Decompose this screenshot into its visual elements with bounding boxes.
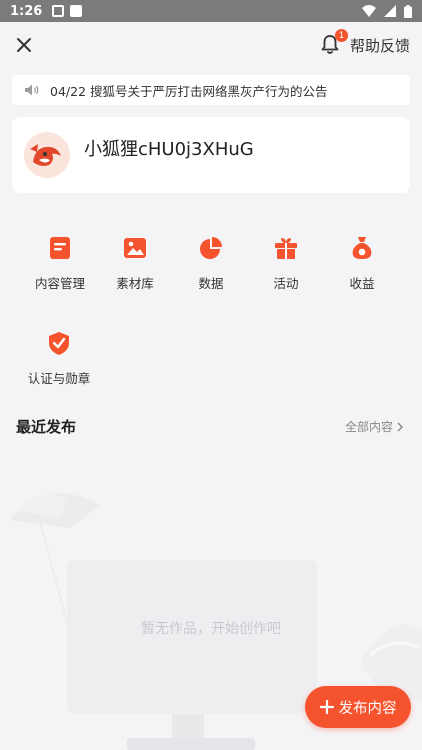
all-content-label: 全部内容 <box>344 420 393 434</box>
shield-check-icon <box>49 332 69 355</box>
material-library-label: 素材库 <box>116 276 154 291</box>
activity-label: 活动 <box>273 276 299 291</box>
status-bar: 1:26 <box>0 0 422 22</box>
earnings-item[interactable]: 收益 <box>322 235 402 292</box>
image-icon <box>124 238 146 258</box>
publish-content-label: 发布内容 <box>338 700 397 717</box>
plus-icon <box>319 700 334 714</box>
profile-card[interactable]: 小狐狸cHU0j3XHuG <box>12 117 410 193</box>
battery-icon <box>404 4 412 18</box>
close-button[interactable] <box>12 33 36 57</box>
avatar[interactable] <box>24 132 70 178</box>
notification-a-icon <box>52 5 65 17</box>
content-management-label: 内容管理 <box>34 276 85 291</box>
help-feedback-link[interactable]: 帮助反馈 <box>350 35 410 56</box>
status-time: 1:26 <box>10 3 43 19</box>
pie-chart-icon <box>200 237 222 259</box>
certification-badge-label: 认证与勋章 <box>27 371 91 386</box>
speaker-icon <box>24 83 40 97</box>
header-bar: 1 帮助反馈 <box>0 22 422 68</box>
certification-badge-item[interactable]: 认证与勋章 <box>19 330 99 387</box>
chevron-right-icon <box>397 422 403 431</box>
signal-icon <box>384 5 396 17</box>
announcement-bar[interactable]: 04/22 搜狐号关于严厉打击网络黑灰产行为的公告 <box>12 75 410 105</box>
recent-posts-title: 最近发布 <box>16 418 77 436</box>
activity-item[interactable]: 活动 <box>246 235 326 292</box>
earnings-label: 收益 <box>349 276 375 291</box>
username: 小狐狸cHU0j3XHuG <box>84 139 254 160</box>
all-content-link[interactable]: 全部内容 <box>345 418 404 435</box>
money-bag-icon <box>352 237 372 259</box>
publish-content-button[interactable]: 发布内容 <box>305 686 411 728</box>
material-library-item[interactable]: 素材库 <box>95 235 175 292</box>
data-item[interactable]: 数据 <box>171 235 251 292</box>
notification-badge: 1 <box>334 29 348 42</box>
wifi-icon <box>362 5 376 17</box>
notification-square-icon <box>70 5 83 17</box>
data-label: 数据 <box>198 276 224 291</box>
close-icon <box>17 38 31 52</box>
document-icon <box>50 237 70 259</box>
announcement-text: 04/22 搜狐号关于严厉打击网络黑灰产行为的公告 <box>50 83 328 99</box>
content-management-item[interactable]: 内容管理 <box>20 235 100 292</box>
gift-icon <box>275 238 297 259</box>
notification-bell-button[interactable]: 1 <box>320 29 348 57</box>
empty-state-text: 暂无作品，开始创作吧 <box>141 621 281 637</box>
